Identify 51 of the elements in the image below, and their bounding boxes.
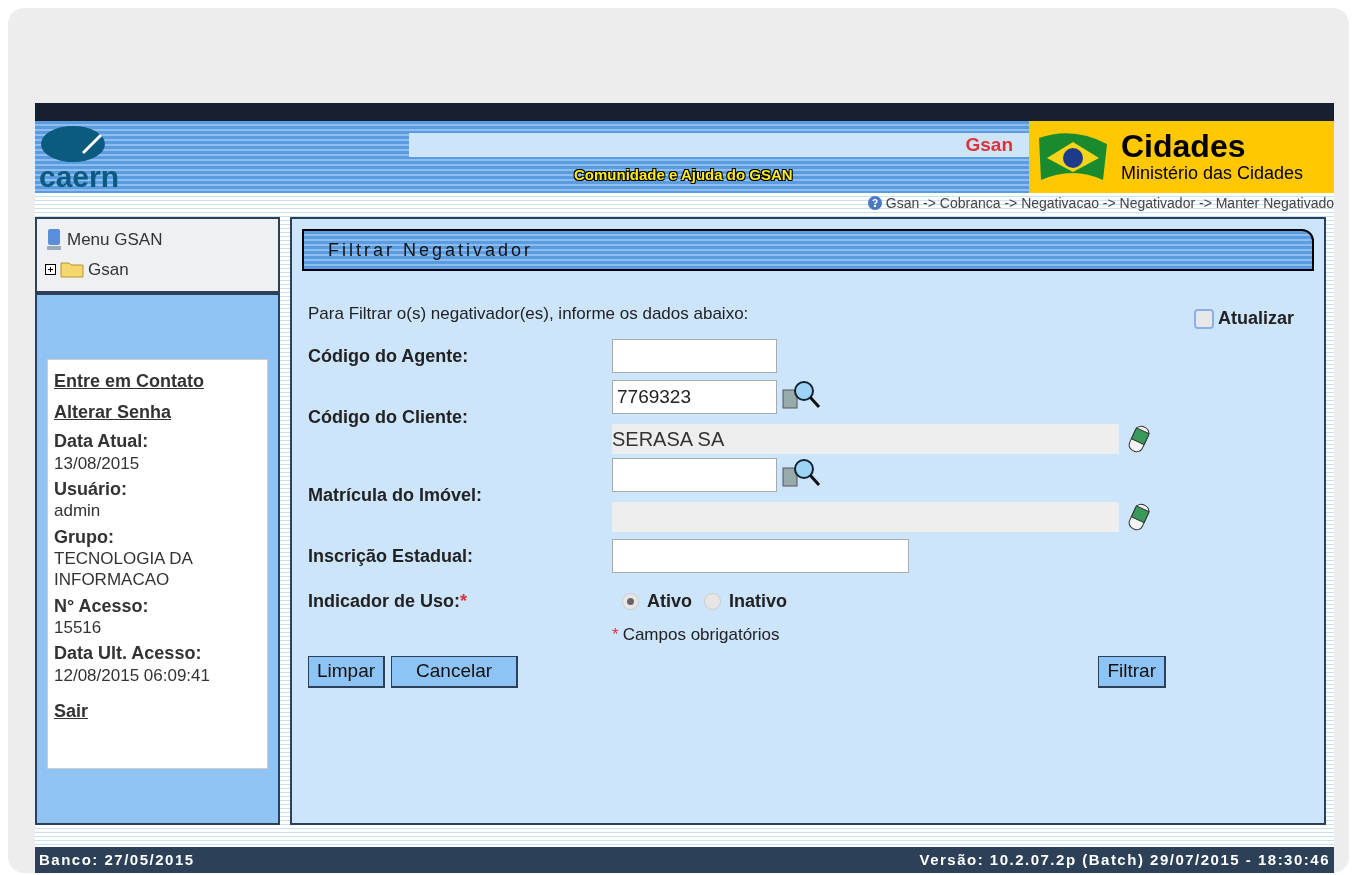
required-mark: * xyxy=(460,591,468,611)
field-label: Indicador de Uso:* xyxy=(308,590,469,613)
breadcrumb: Gsan -> Cobranca -> Negativacao -> Negativador -> Manter Negativado xyxy=(885,193,1334,213)
action-button[interactable]: Cancelar xyxy=(391,655,519,688)
description-field: SERASA SA xyxy=(612,424,1119,454)
form-intro: Para Filtrar o(s) negativador(es), informe os dados abaixo: xyxy=(308,303,749,325)
tree-item[interactable]: Gsan xyxy=(45,256,270,282)
info-value: 13/08/2015 xyxy=(54,452,141,474)
info-label: N° Acesso: xyxy=(54,594,150,617)
field-label: Inscrição Estadual: xyxy=(308,544,475,568)
field-label: Matrícula do Imóvel: xyxy=(308,483,484,507)
computer-icon xyxy=(45,227,63,252)
info-label: Grupo: xyxy=(54,525,115,548)
radio-label: Ativo xyxy=(647,590,692,613)
info-label: Data Ult. Acesso: xyxy=(54,642,203,665)
ministry-subtitle: Ministério das Cidades xyxy=(1121,161,1304,185)
input-field[interactable] xyxy=(612,458,777,492)
action-button[interactable]: Limpar xyxy=(308,655,386,688)
info-value: admin xyxy=(54,500,102,522)
footer-db-date: Banco: 27/05/2015 xyxy=(39,849,195,870)
checkbox-label: Atualizar xyxy=(1217,307,1294,330)
footer-version: Versão: 10.2.07.2p (Batch) 29/07/2015 - 18:30:46 xyxy=(919,849,1330,870)
logo-text: caern xyxy=(39,163,120,191)
system-name: Gsan xyxy=(965,132,1013,157)
filter-button[interactable]: Filtrar xyxy=(1098,655,1166,688)
input-field[interactable] xyxy=(612,539,909,573)
radio-button[interactable] xyxy=(622,593,639,610)
menu-title: Menu GSAN xyxy=(67,229,163,251)
radio-button[interactable] xyxy=(704,593,721,610)
help-icon[interactable] xyxy=(867,196,882,210)
required-mark: * xyxy=(612,624,619,646)
logout-link[interactable]: Sair xyxy=(54,698,261,725)
input-field[interactable] xyxy=(612,339,777,373)
field-label: Código do Agente: xyxy=(308,344,470,368)
ministry-title: Cidades xyxy=(1121,129,1247,162)
info-value: 12/08/2015 06:09:41 xyxy=(54,664,211,686)
sidebar-link[interactable]: Alterar Senha xyxy=(54,399,261,426)
form-title-bar: Filtrar Negativador xyxy=(302,229,1314,271)
info-label: Data Atual: xyxy=(54,430,150,453)
input-field[interactable]: 7769323 xyxy=(612,380,777,414)
radio-label: Inativo xyxy=(729,590,787,613)
sidebar-link[interactable]: Entre em Contato xyxy=(54,368,261,395)
info-value: 15516 xyxy=(54,617,103,639)
logo-icon xyxy=(39,125,107,163)
expand-icon[interactable] xyxy=(45,263,56,275)
info-label: Usuário: xyxy=(54,477,128,501)
folder-icon xyxy=(60,260,84,279)
field-label: Código do Cliente: xyxy=(308,405,469,429)
checkbox[interactable] xyxy=(1193,308,1214,329)
required-note: Campos obrigatórios xyxy=(622,624,780,646)
info-value: TECNOLOGIA DA INFORMACAO xyxy=(54,548,194,591)
